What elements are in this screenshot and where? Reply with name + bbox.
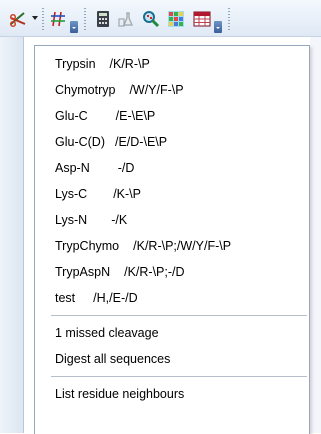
scissors-digest-icon <box>9 12 26 28</box>
menu-item-glu-c[interactable]: Glu-C/E-\E\P <box>55 105 155 127</box>
digest-button[interactable] <box>8 9 30 29</box>
grid-button[interactable] <box>48 9 68 29</box>
calculator-button[interactable] <box>94 9 112 29</box>
lab-button[interactable] <box>116 9 136 29</box>
magnifier-search-icon <box>143 11 160 28</box>
left-panel <box>0 37 24 433</box>
grid-hash-icon <box>51 11 65 27</box>
toolbar <box>0 0 321 37</box>
table-dropdown-icon[interactable] <box>214 21 222 33</box>
digest-dropdown-icon[interactable] <box>32 16 38 20</box>
menu-item-lys-n[interactable]: Lys-N -/K <box>55 209 127 231</box>
digest-menu: Trypsin/K/R-\P Chymotryp/W/Y/F-\P Glu-C /… <box>34 45 310 434</box>
menu-separator <box>51 315 307 316</box>
menu-item-trypaspn[interactable]: TrypAspN/K/R-\P;-/D <box>55 261 185 283</box>
menu-item-test[interactable]: test/H,/E-/D <box>55 287 138 309</box>
menu-item-trypchymo[interactable]: TrypChymo/K/R-\P;/W/Y/F-\P <box>55 235 231 257</box>
menu-item-missed-cleavage[interactable]: 1 missed cleavage <box>55 322 159 344</box>
calendar-table-icon <box>193 11 211 27</box>
color-grid-button[interactable] <box>166 9 186 29</box>
menu-item-asp-n[interactable]: Asp-N -/D <box>55 157 134 179</box>
toolbar-separator <box>84 8 86 30</box>
toolbar-separator <box>228 8 230 30</box>
colorful-grid-icon <box>168 11 184 27</box>
toolbar-separator <box>42 8 44 30</box>
flask-lab-icon <box>118 12 133 27</box>
menu-item-list-residue-neighbours[interactable]: List residue neighbours <box>55 383 184 405</box>
calculator-icon <box>97 11 109 27</box>
menu-item-trypsin[interactable]: Trypsin/K/R-\P <box>55 53 150 75</box>
menu-separator <box>51 376 307 377</box>
menu-item-lys-c[interactable]: Lys-C/K-\P <box>55 183 141 205</box>
menu-item-glu-c-d[interactable]: Glu-C(D)/E/D-\E\P <box>55 131 167 153</box>
search-button[interactable] <box>140 9 162 29</box>
grid-dropdown-icon[interactable] <box>70 21 78 33</box>
table-button[interactable] <box>192 9 212 29</box>
menu-item-chymotryp[interactable]: Chymotryp/W/Y/F-\P <box>55 79 184 101</box>
background-area <box>310 37 321 433</box>
menu-item-digest-all[interactable]: Digest all sequences <box>55 348 170 370</box>
